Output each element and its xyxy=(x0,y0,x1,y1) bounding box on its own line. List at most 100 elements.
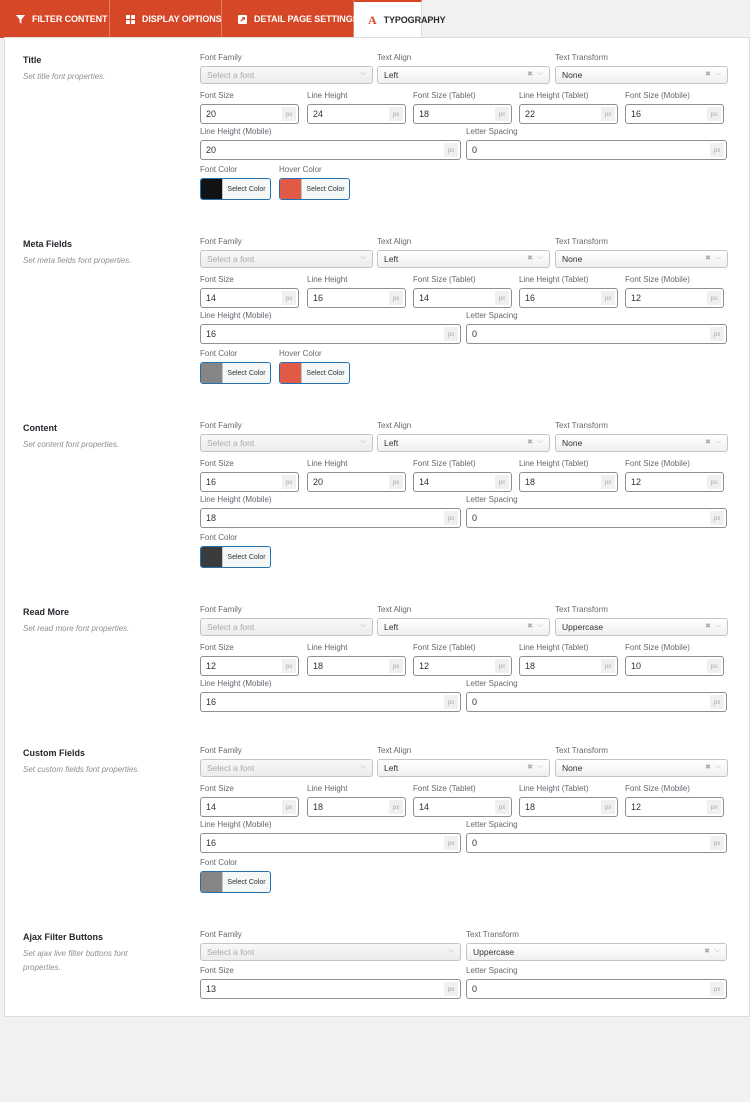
font_size_tablet-value: 18 xyxy=(419,109,430,119)
font-size-input[interactable]: 13 px xyxy=(200,979,461,999)
line-height-tablet-input[interactable]: 22 px xyxy=(519,104,618,124)
text_transform-select[interactable]: None ✖ ⌵ xyxy=(555,250,728,268)
font_family-label: Font Family xyxy=(200,237,242,246)
font-size-mobile-input[interactable]: 12 px xyxy=(625,797,724,817)
font_family-select[interactable]: Select a font ⌵ xyxy=(200,434,373,452)
line_height-field: Line Height 16 px xyxy=(307,275,406,308)
line_height_tablet-value: 18 xyxy=(525,661,536,671)
hover-color-picker[interactable]: Select Color xyxy=(279,362,350,384)
text_transform-select[interactable]: Uppercase ✖ ⌵ xyxy=(555,618,728,636)
font-size-input[interactable]: 12 px xyxy=(200,656,299,676)
chevron-down-icon: ⌵ xyxy=(537,622,543,629)
font-size-input[interactable]: 14 px xyxy=(200,797,299,817)
text_transform-label: Text Transform xyxy=(555,746,608,755)
text_align-select[interactable]: Left ✖ ⌵ xyxy=(377,66,550,84)
line_height-value: 18 xyxy=(313,802,324,812)
letter-spacing-input[interactable]: 0 px xyxy=(466,979,727,999)
line-height-tablet-input[interactable]: 16 px xyxy=(519,288,618,308)
clear-icon[interactable]: ✖ xyxy=(705,763,711,771)
tab-typography[interactable]: A TYPOGRAPHY xyxy=(354,0,446,38)
letter-spacing-input[interactable]: 0 px xyxy=(466,140,727,160)
line-height-mobile-input[interactable]: 16 px xyxy=(200,833,461,853)
letter-spacing-input[interactable]: 0 px xyxy=(466,692,727,712)
text_transform-select[interactable]: None ✖ ⌵ xyxy=(555,434,728,452)
line-height-tablet-input[interactable]: 18 px xyxy=(519,472,618,492)
letter-spacing-input[interactable]: 0 px xyxy=(466,324,727,344)
line-height-mobile-input[interactable]: 18 px xyxy=(200,508,461,528)
text_align-select[interactable]: Left ✖ ⌵ xyxy=(377,250,550,268)
font-size-mobile-input[interactable]: 16 px xyxy=(625,104,724,124)
font-size-tablet-input[interactable]: 12 px xyxy=(413,656,512,676)
section-description: Set title font properties. xyxy=(23,72,106,81)
clear-icon[interactable]: ✖ xyxy=(705,254,711,262)
text_transform-select[interactable]: None ✖ ⌵ xyxy=(555,759,728,777)
font_family-select[interactable]: Select a font ⌵ xyxy=(200,250,373,268)
unit-label: px xyxy=(282,107,296,121)
line-height-input[interactable]: 20 px xyxy=(307,472,406,492)
line-height-mobile-input[interactable]: 16 px xyxy=(200,324,461,344)
font-size-tablet-input[interactable]: 14 px xyxy=(413,472,512,492)
text_align-select[interactable]: Left ✖ ⌵ xyxy=(377,618,550,636)
font_family-label: Font Family xyxy=(200,421,242,430)
font_family-select[interactable]: Select a font ⌵ xyxy=(200,759,373,777)
font-color-picker[interactable]: Select Color xyxy=(200,362,271,384)
line-height-input[interactable]: 16 px xyxy=(307,288,406,308)
letter-spacing-input[interactable]: 0 px xyxy=(466,508,727,528)
text_transform-value: None xyxy=(562,70,583,80)
line-height-mobile-input[interactable]: 16 px xyxy=(200,692,461,712)
clear-icon[interactable]: ✖ xyxy=(704,947,710,955)
font-size-tablet-input[interactable]: 14 px xyxy=(413,288,512,308)
line-height-input[interactable]: 24 px xyxy=(307,104,406,124)
font_family-select[interactable]: Select a font ⌵ xyxy=(200,618,373,636)
clear-icon[interactable]: ✖ xyxy=(527,70,533,78)
select-color-label: Select Color xyxy=(301,179,349,199)
tab-detail-page-settings[interactable]: DETAIL PAGE SETTINGS xyxy=(222,0,359,38)
tab-display-options[interactable]: DISPLAY OPTIONS xyxy=(110,0,222,38)
line-height-mobile-input[interactable]: 20 px xyxy=(200,140,461,160)
select-color-label: Select Color xyxy=(222,547,270,567)
clear-icon[interactable]: ✖ xyxy=(527,622,533,630)
font-color-picker[interactable]: Select Color xyxy=(200,546,271,568)
letter-spacing-input[interactable]: 0 px xyxy=(466,833,727,853)
line_height_tablet-value: 18 xyxy=(525,477,536,487)
font_family-select[interactable]: Select a font ⌵ xyxy=(200,66,373,84)
clear-icon[interactable]: ✖ xyxy=(705,70,711,78)
font_family-select[interactable]: Select a font ⌵ xyxy=(200,943,461,961)
line-height-input[interactable]: 18 px xyxy=(307,656,406,676)
font-size-input[interactable]: 16 px xyxy=(200,472,299,492)
clear-icon[interactable]: ✖ xyxy=(527,763,533,771)
clear-icon[interactable]: ✖ xyxy=(527,254,533,262)
font-size-mobile-input[interactable]: 12 px xyxy=(625,288,724,308)
line-height-tablet-input[interactable]: 18 px xyxy=(519,656,618,676)
letter_spacing-value: 0 xyxy=(472,838,478,848)
unit-label: px xyxy=(707,659,721,673)
text_transform-value: Uppercase xyxy=(562,622,604,632)
text_align-select[interactable]: Left ✖ ⌵ xyxy=(377,759,550,777)
chevron-down-icon: ⌵ xyxy=(714,947,720,954)
text_align-select[interactable]: Left ✖ ⌵ xyxy=(377,434,550,452)
line-height-input[interactable]: 18 px xyxy=(307,797,406,817)
font-size-tablet-input[interactable]: 14 px xyxy=(413,797,512,817)
tab-filter-content[interactable]: FILTER CONTENT xyxy=(0,0,110,38)
font-size-tablet-input[interactable]: 18 px xyxy=(413,104,512,124)
clear-icon[interactable]: ✖ xyxy=(705,622,711,630)
clear-icon[interactable]: ✖ xyxy=(705,438,711,446)
hover-color-picker[interactable]: Select Color xyxy=(279,178,350,200)
chevron-down-icon: ⌵ xyxy=(360,254,366,261)
font-color-picker[interactable]: Select Color xyxy=(200,178,271,200)
unit-label: px xyxy=(707,800,721,814)
font-size-mobile-input[interactable]: 12 px xyxy=(625,472,724,492)
font-size-input[interactable]: 14 px xyxy=(200,288,299,308)
font_size-value: 16 xyxy=(206,477,217,487)
line-height-tablet-input[interactable]: 18 px xyxy=(519,797,618,817)
font-size-mobile-input[interactable]: 10 px xyxy=(625,656,724,676)
font-color-picker[interactable]: Select Color xyxy=(200,871,271,893)
text_transform-select[interactable]: Uppercase ✖ ⌵ xyxy=(466,943,727,961)
text_transform-select[interactable]: None ✖ ⌵ xyxy=(555,66,728,84)
font_size_tablet-field: Font Size (Tablet) 14 px xyxy=(413,275,512,308)
font_size-label: Font Size xyxy=(200,643,234,652)
text_transform-label: Text Transform xyxy=(466,930,519,939)
font-size-input[interactable]: 20 px xyxy=(200,104,299,124)
clear-icon[interactable]: ✖ xyxy=(527,438,533,446)
letter_spacing-field: Letter Spacing 0 px xyxy=(466,495,727,528)
